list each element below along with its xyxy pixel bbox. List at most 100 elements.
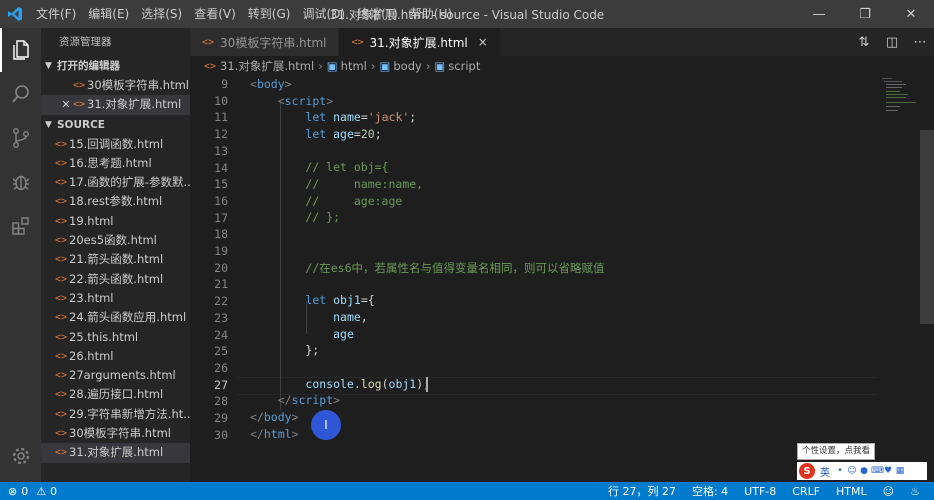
tab-31-object-extension[interactable]: <> 31.对象扩展.html × [339,28,501,56]
breadcrumb-script[interactable]: script [448,59,480,73]
file-list-item[interactable]: <> 25.this.html [41,328,190,347]
menu-view[interactable]: 查看(V) [188,0,242,28]
vscode-logo-icon [0,0,30,28]
problems-indicator[interactable]: ⊗ 0 ⚠ 0 [0,485,57,498]
file-list-item[interactable]: <> 28.遍历接口.html [41,385,190,404]
file-name: 15.回调函数.html [69,136,164,151]
file-list-item[interactable]: <> 31.对象扩展.html [41,443,190,463]
debug-icon[interactable] [0,160,41,204]
file-list-item[interactable]: <> 23.html [41,289,190,308]
sogou-logo-icon[interactable]: S [799,463,815,479]
source-folder-label: SOURCE [57,118,105,131]
html-file-icon: <> [55,370,68,382]
compare-icon[interactable]: ⇅ [850,35,878,50]
line-number: 29 [214,411,228,425]
line-number: 26 [214,360,228,375]
menu-go[interactable]: 转到(G) [242,0,297,28]
code-line: //在es6中，若属性名与值得变量名相同，则可以省略赋值 [305,261,605,275]
file-list-item[interactable]: <> 30模板字符串.html [41,424,190,443]
html-file-icon: <> [73,99,86,111]
line-number: 19 [214,244,228,258]
breadcrumb-file[interactable]: 31.对象扩展.html [220,58,314,74]
language-mode[interactable]: HTML [828,485,875,498]
line-number: 9 [221,77,228,91]
file-list-item[interactable]: <> 18.rest参数.html [41,192,190,211]
tab-30-template-string[interactable]: <> 30模板字符串.html [190,28,340,56]
settings-gear-icon[interactable] [0,434,41,478]
warning-count: 0 [50,484,58,498]
menu-file[interactable]: 文件(F) [30,0,82,28]
minimize-icon[interactable]: — [796,0,842,28]
tab-close-icon[interactable]: × [478,35,488,49]
code-line: // }; [305,210,341,224]
keyboard-icon[interactable]: ⌨ [871,466,884,476]
ime-mode[interactable]: 英 [817,464,833,479]
encoding[interactable]: UTF-8 [736,485,784,498]
punctuation-icon[interactable]: • [835,466,845,476]
toolbox-icon[interactable]: ▦ [895,466,905,476]
window-controls: — ❐ ✕ [796,0,934,28]
file-list-item[interactable]: <> 24.箭头函数应用.html [41,308,190,327]
close-window-icon[interactable]: ✕ [888,0,934,28]
menu-terminal[interactable]: 终端(T) [351,0,404,28]
microphone-icon[interactable]: ● [859,466,869,476]
chevron-right-icon: › [318,59,323,73]
extensions-icon[interactable] [0,204,41,248]
emoji-icon[interactable]: ☺ [847,466,857,476]
html-file-icon: <> [55,254,68,266]
indentation[interactable]: 空格: 4 [684,483,736,499]
vertical-scrollbar-thumb[interactable] [920,130,934,324]
html-file-icon: <> [55,292,68,304]
skin-icon[interactable]: ♥ [883,466,893,476]
notifications-bell-icon[interactable]: ♨ [902,485,928,498]
open-editor-item-active[interactable]: ✕ <> 31.对象扩展.html [41,95,190,115]
menu-debug[interactable]: 调试(D) [296,0,351,28]
menu-help[interactable]: 帮助(H) [404,0,458,28]
search-icon[interactable] [0,72,41,116]
close-icon[interactable]: ✕ [59,95,73,114]
ime-toolbar[interactable]: S 英 • ☺ ● ⌨ ♥ ▦ [797,462,927,480]
menu-edit[interactable]: 编辑(E) [82,0,135,28]
file-name: 30模板字符串.html [69,426,171,441]
source-folder-section[interactable]: ▼ SOURCE [41,115,190,135]
file-list-item[interactable]: <> 26.html [41,347,190,366]
file-list-item[interactable]: <> 29.字符串新增方法.ht... [41,405,190,424]
feedback-icon[interactable]: ☺ [875,485,902,498]
chevron-down-icon: ▼ [45,119,52,130]
file-list-item[interactable]: <> 19.html [41,212,190,231]
source-control-icon[interactable] [0,116,41,160]
line-number: 23 [214,310,228,325]
more-actions-icon[interactable]: ⋯ [906,35,934,50]
explorer-icon[interactable] [0,28,41,72]
line-ending[interactable]: CRLF [784,485,828,498]
chevron-right-icon: › [425,59,431,73]
split-editor-icon[interactable]: ◫ [878,35,906,50]
file-list-item[interactable]: <> 21.箭头函数.html [41,250,190,269]
file-list-item[interactable]: <> 20es5函数.html [41,231,190,250]
code-line: let name='jack'; [305,110,417,124]
file-list-item[interactable]: <> 27arguments.html [41,366,190,385]
file-name: 27arguments.html [69,368,176,383]
code-line: // age:age [305,194,403,208]
file-list-item[interactable]: <> 17.函数的扩展-参数默... [41,173,190,192]
code-line: // name:name, [305,177,424,191]
cursor-position[interactable]: 行 27，列 27 [600,483,684,499]
element-icon: ▣ [379,59,391,73]
file-list-item[interactable]: <> 16.思考题.html [41,154,190,173]
file-name: 25.this.html [69,329,139,344]
code-editor[interactable]: 9 10 11 12 13 14 15 16 17 18 19 20 21 22 23 24 25 26 27 28 2… [190,76,934,482]
file-list-item[interactable]: <> 22.箭头函数.html [41,270,190,289]
restore-icon[interactable]: ❐ [842,0,888,28]
editor-tabs: <> 30模板字符串.html <> 31.对象扩展.html × ⇅ ◫ ⋯ [190,28,934,56]
code-line: </html> [250,427,299,441]
html-file-icon: <> [55,408,68,420]
breadcrumb-body[interactable]: body [393,59,421,73]
html-file-icon: <> [55,331,68,343]
menu-selection[interactable]: 选择(S) [135,0,188,28]
html-file-icon: <> [55,138,68,150]
open-editor-item[interactable]: <> 30模板字符串.html [41,76,190,95]
breadcrumb-html[interactable]: html [341,59,367,73]
html-file-icon: <> [55,235,68,247]
file-list-item[interactable]: <> 15.回调函数.html [41,135,190,154]
open-editors-section[interactable]: ▼ 打开的编辑器 [41,56,190,76]
